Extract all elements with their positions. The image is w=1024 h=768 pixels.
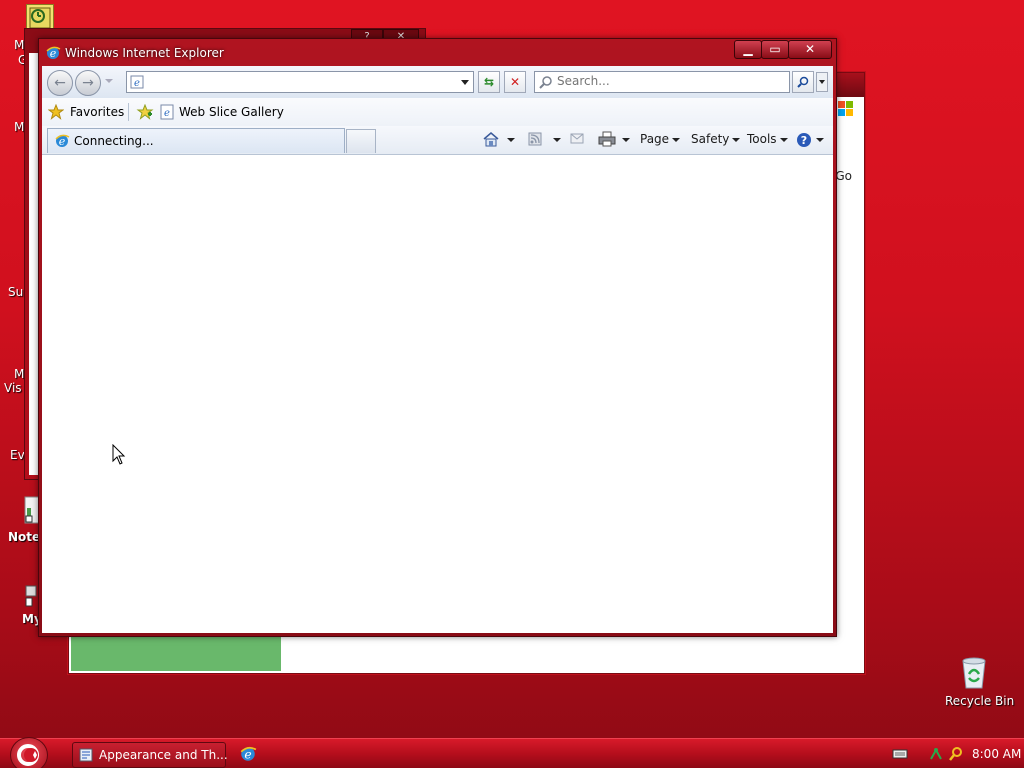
desktop-icon-label[interactable]: M [14,120,24,134]
print-dropdown[interactable] [622,138,630,142]
network-tray-icon[interactable] [928,746,944,762]
chevron-down-icon [779,137,788,142]
desktop-icon-label[interactable]: M [14,367,24,381]
minimize-button[interactable]: ▁ [734,40,762,59]
ie-content: ← → e ⇆ ✕ Search... Favorites e Web Slic… [42,66,833,633]
close-button[interactable]: ✕ [788,40,832,59]
home-dropdown[interactable] [507,138,515,142]
navigation-bar: ← → e ⇆ ✕ [42,66,833,98]
page-icon: e [130,75,144,89]
home-icon [483,132,499,147]
add-favorite-star-icon [136,103,154,120]
desktop-icon-label[interactable]: Su [8,285,23,299]
svg-text:e: e [134,78,140,89]
feeds-button[interactable] [528,132,544,148]
taskbar-button-appearance[interactable]: Appearance and Th... [72,742,228,768]
go-button[interactable]: Go [835,169,852,183]
desktop-icon-label[interactable]: Vis [4,381,22,395]
recycle-bin-graphic [962,657,986,689]
taskbar: Appearance and Th... e 8:00 AM [0,737,1024,768]
tools-menu-label: Tools [747,132,777,146]
help-icon: ? [797,133,811,147]
add-to-favorites-bar-button[interactable] [136,103,154,122]
taskbar-button-label: Appearance and Th... [99,748,228,762]
start-button[interactable] [10,737,48,768]
svg-text:e: e [164,108,170,119]
page-menu[interactable]: Page [640,132,681,146]
print-button[interactable] [598,131,616,149]
feeds-dropdown[interactable] [553,138,561,142]
internet-explorer-icon: e [240,746,257,762]
chevron-down-icon [732,137,741,142]
recycle-bin-label[interactable]: Recycle Bin [945,694,1014,708]
page-content-area[interactable] [42,155,833,633]
favorites-divider [128,103,129,121]
keyboard-language-icon[interactable] [892,748,908,760]
window-controls: ▁ ▭ ✕ [734,40,832,59]
home-button[interactable] [482,130,502,150]
magnifier-icon [797,76,809,88]
magnifier-tray-icon [949,747,962,761]
tab-connecting[interactable]: e Connecting... [47,128,345,153]
ie-titlebar[interactable]: e Windows Internet Explorer ▁ ▭ ✕ [39,39,836,67]
windows-flag-icon [838,101,854,117]
control-panel-icon [79,748,93,762]
favorites-label: Favorites [70,105,125,119]
loading-ie-icon: e [55,134,70,148]
address-dropdown-arrow[interactable] [461,80,469,85]
help-dropdown [816,138,824,142]
start-orb-icon [17,744,39,766]
web-slice-gallery-label: Web Slice Gallery [179,105,284,119]
ie-window[interactable]: e Windows Internet Explorer ▁ ▭ ✕ ← → e [38,38,837,637]
tab-bar: e Connecting... Page Safety Tools ? [42,126,833,155]
search-icon [539,76,552,89]
keyboard-icon [892,749,908,759]
ie-page-icon: e [160,104,174,120]
page-menu-label: Page [640,132,670,146]
back-button[interactable]: ← [47,70,73,96]
tools-menu[interactable]: Tools [747,132,788,146]
network-status-icon [930,747,942,760]
recycle-bin-icon[interactable] [958,656,990,690]
tab-label: Connecting... [74,134,154,148]
desktop-icon-label[interactable]: Ev [10,448,25,462]
search-input[interactable] [557,72,777,90]
maximize-button[interactable]: ▭ [761,40,789,59]
background-green-panel [71,635,281,671]
mouse-pointer-icon [112,444,126,465]
search-options-dropdown[interactable] [816,72,828,92]
rss-feed-icon [528,132,542,146]
stop-button[interactable]: ✕ [504,71,526,93]
printer-icon [598,131,616,147]
new-tab-button[interactable] [346,129,376,153]
search-box[interactable] [534,71,790,93]
clock[interactable]: 8:00 AM [972,747,1021,761]
recent-pages-dropdown[interactable] [105,79,113,83]
window-title: Windows Internet Explorer [65,46,224,60]
read-mail-button[interactable] [570,133,584,145]
safety-menu-label: Safety [691,132,730,146]
favorites-star-icon [48,104,64,120]
search-button[interactable] [792,71,814,93]
address-bar[interactable]: e [126,71,474,93]
safety-menu[interactable]: Safety [691,132,741,146]
refresh-button[interactable]: ⇆ [478,71,500,93]
search-tray-icon[interactable] [948,746,964,762]
help-menu[interactable]: ? [796,130,826,150]
mail-icon [570,133,584,144]
desktop-icon-label[interactable]: M [14,38,24,52]
forward-button[interactable]: → [75,70,101,96]
desktop: M G M Su M Vis Ev Notep My ? ✕ Go e Wind… [0,0,1024,768]
internet-explorer-icon: e [46,46,61,60]
taskbar-button-ie[interactable]: e [234,743,262,767]
chevron-down-icon [672,137,681,142]
favorites-bar: Favorites e Web Slice Gallery [42,98,833,127]
svg-text:?: ? [801,134,807,147]
